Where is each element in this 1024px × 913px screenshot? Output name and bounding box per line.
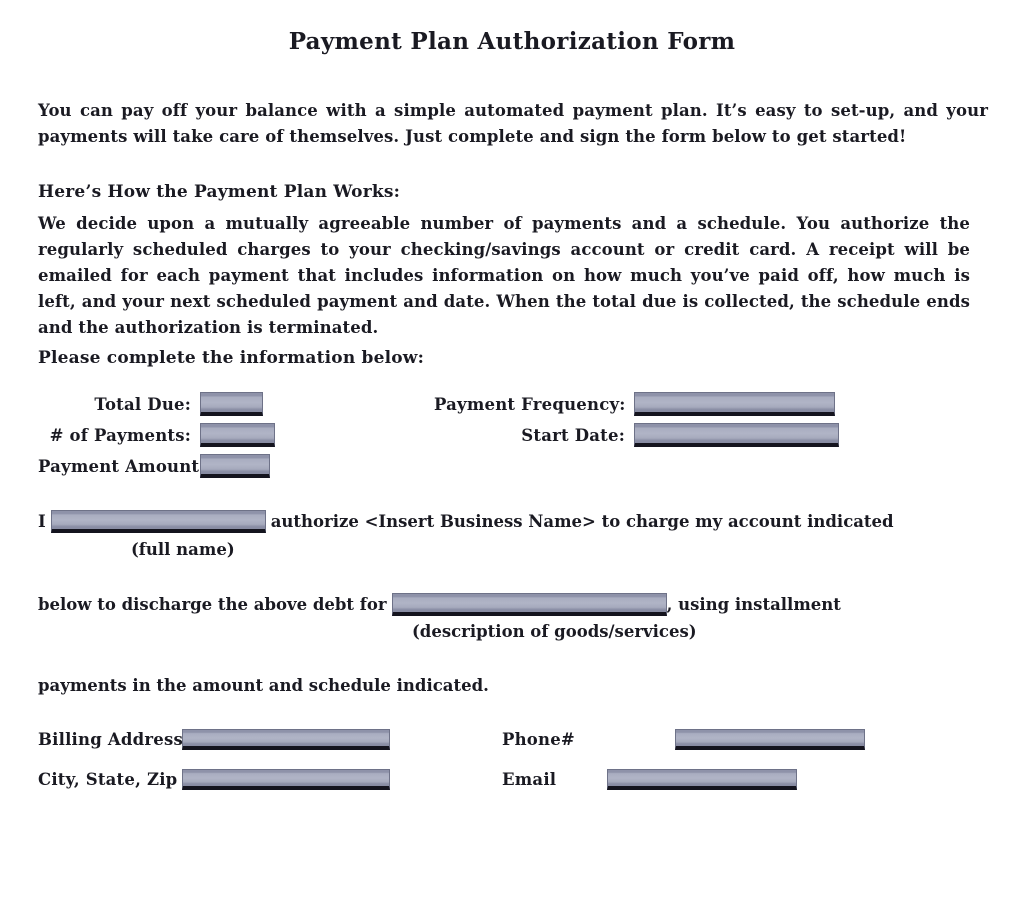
input-number-of-payments[interactable] <box>200 423 275 447</box>
field-row-total-due: Total Due: <box>38 392 263 416</box>
field-row-start-date: Start Date: <box>434 423 839 447</box>
label-payment-amount: Payment Amount: <box>38 456 206 476</box>
field-row-city-state-zip: City, State, Zip <box>38 769 390 790</box>
contact-fields-block: Billing Address City, State, Zip Phone# … <box>38 729 988 797</box>
input-total-due[interactable] <box>200 392 263 416</box>
note-full-name: (full name) <box>131 540 235 559</box>
note-description-of-goods-services: (description of goods/services) <box>412 622 697 641</box>
discharge-sentence: below to discharge the above debt for , … <box>38 593 841 616</box>
label-email: Email <box>502 770 557 789</box>
input-billing-address[interactable] <box>182 729 390 750</box>
section-heading-complete-information: Please complete the information below: <box>38 348 425 368</box>
label-total-due: Total Due: <box>94 394 191 414</box>
input-phone[interactable] <box>675 729 865 750</box>
input-email[interactable] <box>607 769 797 790</box>
discharge-prefix-text: below to discharge the above debt for <box>38 595 387 614</box>
field-row-payment-amount: Payment Amount: <box>38 454 270 478</box>
field-row-payment-frequency: Payment Frequency: <box>434 392 835 416</box>
document-page: Payment Plan Authorization Form You can … <box>0 0 1024 913</box>
label-billing-address: Billing Address <box>38 730 183 749</box>
label-payment-frequency: Payment Frequency: <box>434 394 626 414</box>
page-title: Payment Plan Authorization Form <box>288 28 736 55</box>
input-goods-services-description[interactable] <box>391 593 667 616</box>
input-city-state-zip[interactable] <box>182 769 390 790</box>
authorization-middle-text: authorize <Insert Business Name> to char… <box>270 512 894 531</box>
closing-sentence: payments in the amount and schedule indi… <box>38 676 489 695</box>
input-payment-frequency[interactable] <box>634 392 835 416</box>
how-it-works-paragraph: We decide upon a mutually agreeable numb… <box>38 214 970 337</box>
label-phone: Phone# <box>502 730 575 749</box>
authorization-sentence: I authorize <Insert Business Name> to ch… <box>38 510 894 533</box>
label-city-state-zip: City, State, Zip <box>38 770 178 789</box>
field-row-number-of-payments: # of Payments: <box>38 423 275 447</box>
label-start-date: Start Date: <box>521 425 625 445</box>
section-heading-how-it-works: Here’s How the Payment Plan Works: <box>38 182 401 202</box>
input-full-name[interactable] <box>50 510 266 533</box>
discharge-suffix-text: , using installment <box>666 595 841 614</box>
form-fields-block: Total Due: # of Payments: Payment Amount… <box>38 392 988 488</box>
label-number-of-payments: # of Payments: <box>49 425 191 445</box>
input-payment-amount[interactable] <box>200 454 270 478</box>
field-row-email: Email <box>502 769 797 790</box>
field-row-billing-address: Billing Address <box>38 729 390 750</box>
intro-paragraph: You can pay off your balance with a simp… <box>38 101 988 146</box>
authorization-prefix: I <box>38 512 46 531</box>
field-row-phone: Phone# <box>502 729 865 750</box>
input-start-date[interactable] <box>634 423 839 447</box>
